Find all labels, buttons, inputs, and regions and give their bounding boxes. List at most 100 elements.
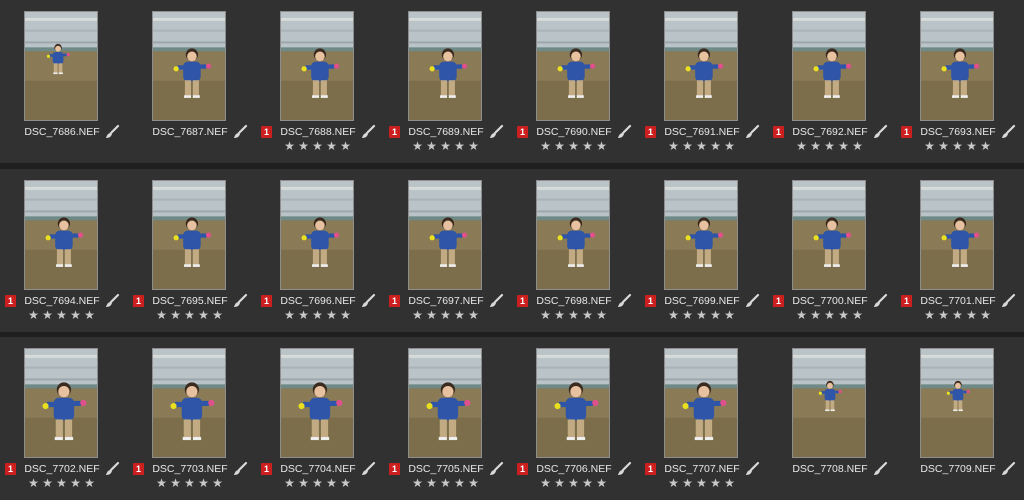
- star-icon[interactable]: ★: [411, 140, 424, 152]
- star-icon[interactable]: ★: [339, 477, 352, 489]
- star-rating[interactable]: ★ ★ ★ ★ ★: [795, 309, 865, 321]
- star-icon[interactable]: ★: [325, 309, 338, 321]
- star-icon[interactable]: ★: [581, 477, 594, 489]
- star-icon[interactable]: ★: [923, 140, 936, 152]
- star-rating[interactable]: ★ ★ ★ ★ ★: [155, 309, 225, 321]
- star-icon[interactable]: ★: [581, 140, 594, 152]
- star-rating[interactable]: ★ ★ ★ ★ ★: [923, 140, 993, 152]
- star-icon[interactable]: ★: [965, 140, 978, 152]
- star-rating[interactable]: ★ ★ ★ ★ ★: [795, 140, 865, 152]
- star-icon[interactable]: ★: [937, 309, 950, 321]
- star-icon[interactable]: ★: [311, 309, 324, 321]
- star-rating[interactable]: ★ ★ ★ ★ ★: [27, 309, 97, 321]
- thumbnail-image[interactable]: [24, 180, 98, 290]
- thumbnail-cell[interactable]: 1 DSC_7694.NEF ★ ★ ★ ★ ★: [0, 169, 128, 329]
- thumbnail-cell[interactable]: 1 DSC_7693.NEF ★ ★ ★ ★ ★: [896, 0, 1024, 160]
- star-icon[interactable]: ★: [69, 477, 82, 489]
- thumbnail-cell[interactable]: 1 DSC_7691.NEF ★ ★ ★ ★ ★: [640, 0, 768, 160]
- thumbnail-cell[interactable]: 1 DSC_7703.NEF ★ ★ ★ ★ ★: [128, 337, 256, 497]
- star-rating[interactable]: ★ ★ ★ ★ ★: [539, 140, 609, 152]
- star-icon[interactable]: ★: [823, 309, 836, 321]
- star-icon[interactable]: ★: [453, 140, 466, 152]
- star-icon[interactable]: ★: [823, 140, 836, 152]
- star-icon[interactable]: ★: [27, 309, 40, 321]
- star-icon[interactable]: ★: [55, 309, 68, 321]
- star-icon[interactable]: ★: [695, 477, 708, 489]
- thumbnail-cell[interactable]: 1 DSC_7690.NEF ★ ★ ★ ★ ★: [512, 0, 640, 160]
- star-icon[interactable]: ★: [325, 477, 338, 489]
- star-icon[interactable]: ★: [667, 309, 680, 321]
- star-icon[interactable]: ★: [979, 309, 992, 321]
- star-icon[interactable]: ★: [297, 140, 310, 152]
- thumbnail-cell[interactable]: 1 DSC_7695.NEF ★ ★ ★ ★ ★: [128, 169, 256, 329]
- star-icon[interactable]: ★: [283, 140, 296, 152]
- star-rating[interactable]: ★ ★ ★ ★ ★: [923, 309, 993, 321]
- star-icon[interactable]: ★: [539, 477, 552, 489]
- thumbnail-cell[interactable]: 1 DSC_7705.NEF ★ ★ ★ ★ ★: [384, 337, 512, 497]
- star-icon[interactable]: ★: [197, 309, 210, 321]
- star-icon[interactable]: ★: [183, 477, 196, 489]
- star-icon[interactable]: ★: [937, 140, 950, 152]
- star-icon[interactable]: ★: [283, 477, 296, 489]
- star-icon[interactable]: ★: [681, 309, 694, 321]
- thumbnail-image[interactable]: [408, 180, 482, 290]
- star-rating[interactable]: ★ ★ ★ ★ ★: [411, 309, 481, 321]
- thumbnail-image[interactable]: [664, 180, 738, 290]
- star-icon[interactable]: ★: [851, 140, 864, 152]
- star-icon[interactable]: ★: [439, 477, 452, 489]
- star-icon[interactable]: ★: [467, 477, 480, 489]
- thumbnail-image[interactable]: [24, 11, 98, 121]
- thumbnail-image[interactable]: [280, 180, 354, 290]
- thumbnail-image[interactable]: [280, 348, 354, 458]
- star-icon[interactable]: ★: [411, 477, 424, 489]
- star-icon[interactable]: ★: [795, 140, 808, 152]
- star-icon[interactable]: ★: [951, 140, 964, 152]
- star-rating[interactable]: ★ ★ ★ ★ ★: [283, 309, 353, 321]
- thumbnail-cell[interactable]: 1 DSC_7701.NEF ★ ★ ★ ★ ★: [896, 169, 1024, 329]
- star-icon[interactable]: ★: [709, 140, 722, 152]
- thumbnail-cell[interactable]: 1 DSC_7689.NEF ★ ★ ★ ★ ★: [384, 0, 512, 160]
- thumbnail-cell[interactable]: DSC_7686.NEF: [0, 0, 128, 160]
- star-icon[interactable]: ★: [595, 309, 608, 321]
- star-icon[interactable]: ★: [709, 477, 722, 489]
- thumbnail-cell[interactable]: 1 DSC_7706.NEF ★ ★ ★ ★ ★: [512, 337, 640, 497]
- star-icon[interactable]: ★: [709, 309, 722, 321]
- star-icon[interactable]: ★: [311, 477, 324, 489]
- thumbnail-cell[interactable]: 1 DSC_7696.NEF ★ ★ ★ ★ ★: [256, 169, 384, 329]
- star-icon[interactable]: ★: [41, 309, 54, 321]
- star-icon[interactable]: ★: [425, 140, 438, 152]
- star-icon[interactable]: ★: [851, 309, 864, 321]
- star-icon[interactable]: ★: [297, 309, 310, 321]
- star-icon[interactable]: ★: [283, 309, 296, 321]
- star-rating[interactable]: ★ ★ ★ ★ ★: [411, 140, 481, 152]
- star-icon[interactable]: ★: [951, 309, 964, 321]
- star-icon[interactable]: ★: [83, 477, 96, 489]
- star-icon[interactable]: ★: [425, 477, 438, 489]
- star-icon[interactable]: ★: [339, 140, 352, 152]
- star-icon[interactable]: ★: [553, 140, 566, 152]
- star-icon[interactable]: ★: [723, 477, 736, 489]
- star-rating[interactable]: ★ ★ ★ ★ ★: [283, 140, 353, 152]
- star-icon[interactable]: ★: [539, 309, 552, 321]
- star-icon[interactable]: ★: [325, 140, 338, 152]
- star-icon[interactable]: ★: [183, 309, 196, 321]
- thumbnail-cell[interactable]: DSC_7709.NEF: [896, 337, 1024, 497]
- star-icon[interactable]: ★: [467, 309, 480, 321]
- star-rating[interactable]: ★ ★ ★ ★ ★: [539, 309, 609, 321]
- thumbnail-image[interactable]: [664, 348, 738, 458]
- thumbnail-image[interactable]: [920, 11, 994, 121]
- star-icon[interactable]: ★: [581, 309, 594, 321]
- star-icon[interactable]: ★: [169, 309, 182, 321]
- star-icon[interactable]: ★: [439, 309, 452, 321]
- star-icon[interactable]: ★: [155, 309, 168, 321]
- star-icon[interactable]: ★: [923, 309, 936, 321]
- thumbnail-image[interactable]: [408, 348, 482, 458]
- star-icon[interactable]: ★: [681, 477, 694, 489]
- star-rating[interactable]: ★ ★ ★ ★ ★: [667, 477, 737, 489]
- thumbnail-cell[interactable]: 1 DSC_7697.NEF ★ ★ ★ ★ ★: [384, 169, 512, 329]
- star-icon[interactable]: ★: [83, 309, 96, 321]
- thumbnail-image[interactable]: [792, 180, 866, 290]
- thumbnail-image[interactable]: [792, 11, 866, 121]
- thumbnail-cell[interactable]: DSC_7687.NEF: [128, 0, 256, 160]
- thumbnail-image[interactable]: [536, 180, 610, 290]
